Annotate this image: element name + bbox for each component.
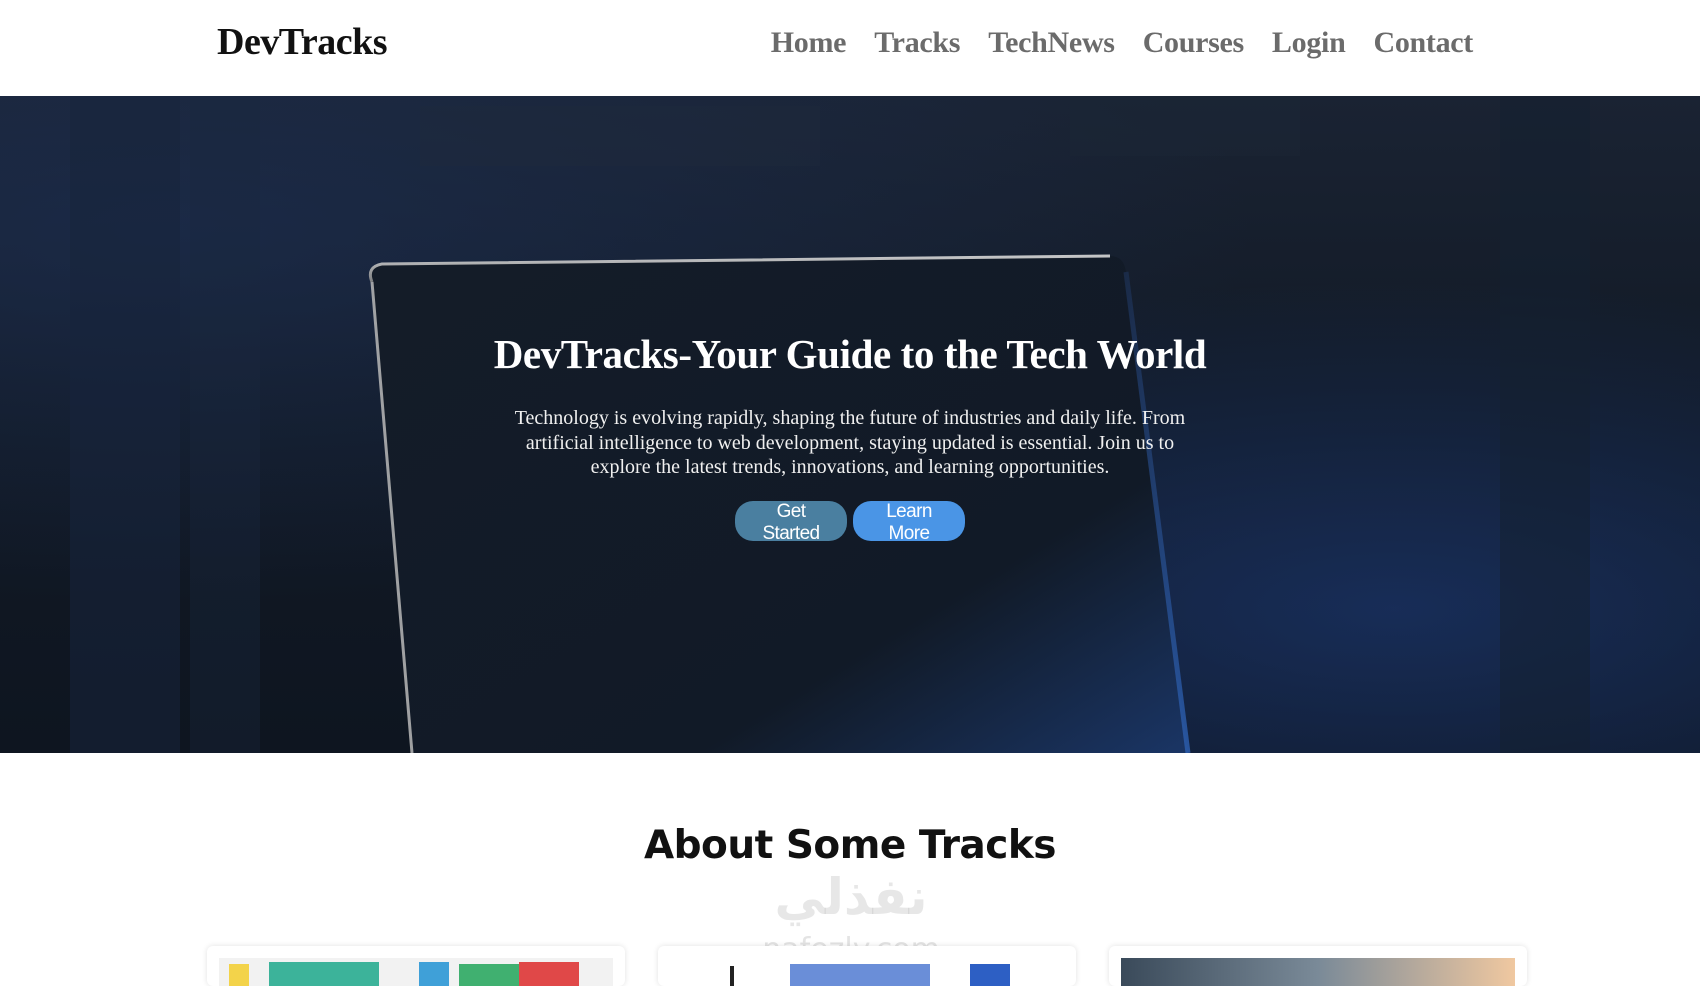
hero-section: DevTracks-Your Guide to the Tech World T… bbox=[0, 96, 1700, 753]
navbar: DevTracks Home Tracks TechNews Courses L… bbox=[0, 0, 1700, 96]
track-card-1[interactable] bbox=[207, 946, 625, 986]
nav-link-courses[interactable]: Courses bbox=[1143, 26, 1245, 60]
learn-more-button[interactable]: Learn More bbox=[853, 501, 965, 544]
nav-link-login[interactable]: Login bbox=[1272, 26, 1346, 60]
track-card-image bbox=[670, 958, 1064, 986]
track-card-2[interactable] bbox=[658, 946, 1076, 986]
about-section-title: About Some Tracks bbox=[643, 823, 1057, 868]
hero-content: DevTracks-Your Guide to the Tech World T… bbox=[0, 96, 1700, 753]
nav-link-technews[interactable]: TechNews bbox=[988, 26, 1115, 60]
hero-title: DevTracks-Your Guide to the Tech World bbox=[493, 331, 1207, 377]
track-card-image bbox=[1121, 958, 1515, 986]
hero-description: Technology is evolving rapidly, shaping … bbox=[514, 407, 1186, 478]
hero-buttons: Get Started Learn More bbox=[0, 501, 1700, 544]
get-started-button[interactable]: Get Started bbox=[735, 501, 847, 544]
nav-links: Home Tracks TechNews Courses Login Conta… bbox=[771, 26, 1474, 60]
watermark-arabic-text: نفذلي bbox=[774, 868, 928, 926]
track-card-3[interactable] bbox=[1109, 946, 1527, 986]
nav-link-tracks[interactable]: Tracks bbox=[874, 26, 960, 60]
track-card-image bbox=[219, 958, 613, 986]
nav-link-home[interactable]: Home bbox=[771, 26, 847, 60]
brand-logo[interactable]: DevTracks bbox=[217, 20, 388, 64]
nav-link-contact[interactable]: Contact bbox=[1373, 26, 1473, 60]
